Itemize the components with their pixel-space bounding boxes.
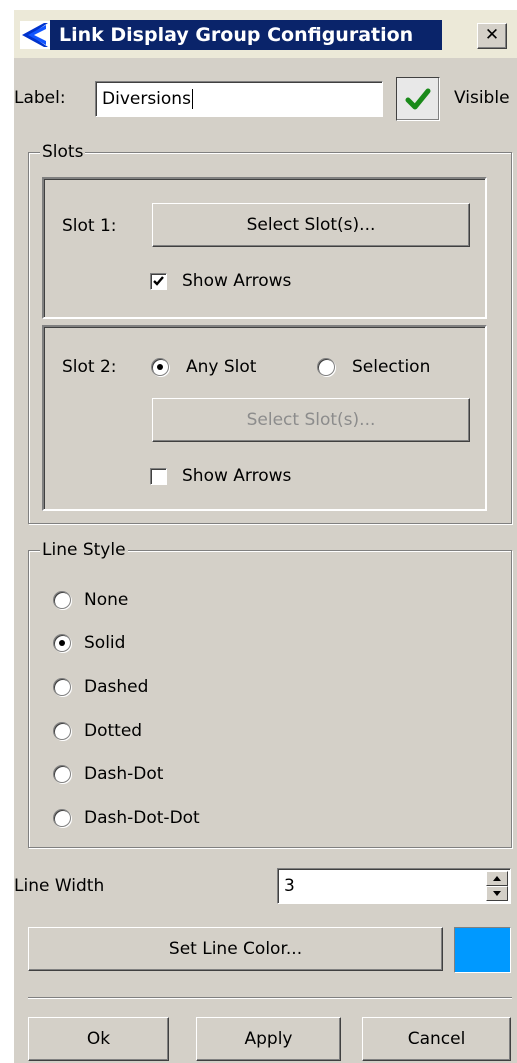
slot1-label: Slot 1: <box>62 216 117 236</box>
line-style-dashed-radio[interactable] <box>53 678 71 696</box>
slot2-any-slot-radio[interactable] <box>151 358 169 376</box>
dialog-window: Link Display Group Configuration ✕ Label… <box>14 10 517 1063</box>
ok-button-label: Ok <box>86 1029 111 1049</box>
window-title: Link Display Group Configuration <box>55 20 424 50</box>
slot2-select-button[interactable]: Select Slot(s)... <box>152 398 470 442</box>
set-line-color-label: Set Line Color... <box>168 939 303 959</box>
slot1-show-arrows-label: Show Arrows <box>182 271 292 291</box>
slot2-any-slot-label: Any Slot <box>186 357 257 377</box>
line-style-dash-dot-dot-label: Dash-Dot-Dot <box>84 808 200 828</box>
line-style-none-label: None <box>84 590 129 610</box>
line-style-dash-dot-dot-radio[interactable] <box>53 809 71 827</box>
spin-down-button[interactable] <box>486 886 508 901</box>
slot2-selection-label: Selection <box>352 357 431 377</box>
radio-dot-icon <box>59 640 65 646</box>
apply-button[interactable]: Apply <box>196 1017 341 1061</box>
ok-button[interactable]: Ok <box>28 1017 169 1061</box>
slot1-select-button-label: Select Slot(s)... <box>246 215 376 235</box>
line-width-spinbox[interactable]: 3 <box>277 868 511 904</box>
apply-button-label: Apply <box>244 1029 293 1049</box>
label-caption: Label: <box>14 88 66 108</box>
line-color-swatch[interactable] <box>454 927 511 973</box>
slot1-select-button[interactable]: Select Slot(s)... <box>152 203 470 247</box>
slot2-select-button-label: Select Slot(s)... <box>246 410 376 430</box>
visible-label: Visible <box>454 88 510 108</box>
close-button[interactable]: ✕ <box>477 23 507 49</box>
visible-toggle-button[interactable] <box>396 77 440 121</box>
radio-dot-icon <box>157 364 163 370</box>
cancel-button-label: Cancel <box>407 1029 466 1049</box>
title-bar[interactable]: Link Display Group Configuration ✕ <box>14 10 517 58</box>
slot1-panel <box>42 177 487 319</box>
app-logo-icon <box>20 21 50 49</box>
slot2-selection-radio[interactable] <box>317 358 335 376</box>
line-style-dash-dot-label: Dash-Dot <box>84 764 164 784</box>
line-style-solid-label: Solid <box>84 633 126 653</box>
check-icon <box>405 88 431 110</box>
line-width-label: Line Width <box>14 876 105 896</box>
set-line-color-button[interactable]: Set Line Color... <box>28 927 443 971</box>
spin-up-button[interactable] <box>486 871 508 886</box>
line-style-legend: Line Style <box>40 540 128 560</box>
line-style-solid-radio[interactable] <box>53 634 71 652</box>
line-style-dash-dot-radio[interactable] <box>53 765 71 783</box>
slot2-show-arrows-label: Show Arrows <box>182 466 292 486</box>
separator <box>28 997 512 999</box>
slot1-show-arrows-checkbox[interactable] <box>150 273 167 290</box>
checkmark-icon <box>153 276 164 286</box>
slot2-label: Slot 2: <box>62 357 117 377</box>
label-input-value: Diversions <box>102 89 191 109</box>
slot2-show-arrows-checkbox[interactable] <box>150 468 167 485</box>
label-input[interactable]: Diversions <box>95 81 383 117</box>
line-style-dashed-label: Dashed <box>84 677 149 697</box>
arrow-down-icon <box>493 891 501 896</box>
line-style-none-radio[interactable] <box>53 591 71 609</box>
close-icon: ✕ <box>484 25 500 45</box>
arrow-up-icon <box>493 876 501 881</box>
line-width-value: 3 <box>284 876 295 896</box>
line-style-dotted-radio[interactable] <box>53 722 71 740</box>
line-style-dotted-label: Dotted <box>84 721 143 741</box>
slots-legend: Slots <box>40 142 86 162</box>
cancel-button[interactable]: Cancel <box>362 1017 511 1061</box>
